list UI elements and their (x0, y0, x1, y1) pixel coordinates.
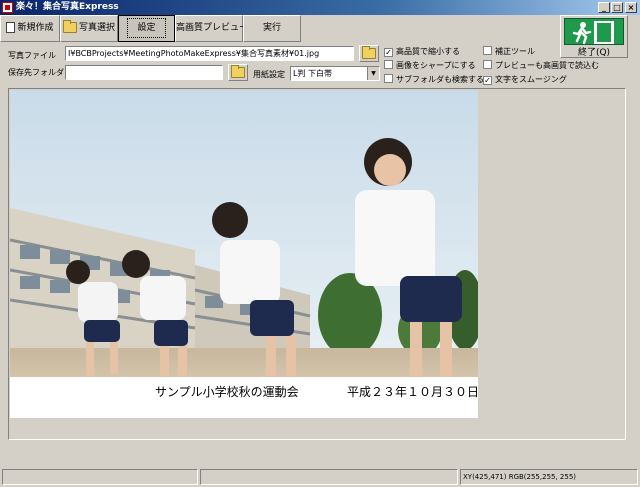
option-smooth-text[interactable]: ✓ 文字をスムージング (483, 74, 567, 85)
window-title: 楽々！集合写真Express (16, 2, 119, 12)
toolbar: 新規作成 写真選択 設定 高画質プレビュー 実行 (0, 15, 640, 43)
option-search-subfolders[interactable]: サブフォルダも検索する (384, 74, 484, 85)
paper-setting-label: 用紙設定 (253, 70, 285, 79)
preview-photo (10, 90, 478, 417)
option-high-quality-shrink[interactable]: ✓ 高品質で縮小する (384, 46, 460, 57)
title-bar: 楽々！集合写真Express _ □ × (0, 0, 640, 15)
folder-icon (231, 65, 245, 78)
status-cell-2 (200, 469, 458, 485)
paper-setting-select[interactable]: L判 下白帯 ▼ (290, 66, 380, 81)
option-correction-tool[interactable]: 補正ツール (483, 46, 535, 57)
folder-icon (62, 20, 77, 33)
photo-file-browse-button[interactable] (359, 45, 379, 62)
status-bar: XY(425,471) RGB(255,255, 255) (0, 467, 640, 487)
save-folder-browse-button[interactable] (228, 64, 248, 81)
option-label: 文字をスムージング (495, 75, 567, 84)
new-button[interactable]: 新規作成 (0, 15, 60, 42)
status-cell-1 (2, 469, 198, 485)
caption-date-text: 平成２３年１０月３０日 (347, 385, 480, 399)
new-document-icon (6, 22, 16, 33)
preview-panel: サンプル小学校秋の運動会 平成２３年１０月３０日 (8, 88, 626, 440)
option-label: 高品質で縮小する (396, 47, 460, 56)
run-label: 実行 (262, 23, 281, 33)
option-preview-high-quality[interactable]: プレビューも高画質で読込む (483, 60, 599, 71)
checkbox-empty-icon (483, 60, 492, 69)
exit-label: 終了(Q) (577, 48, 611, 58)
preview-label: 高画質プレビュー (176, 23, 249, 33)
select-photo-button[interactable]: 写真選択 (60, 15, 118, 42)
settings-button[interactable]: 設定 (118, 15, 175, 42)
checkbox-empty-icon (384, 74, 393, 83)
option-label: サブフォルダも検索する (396, 75, 484, 84)
checkmark-icon: ✓ (384, 48, 393, 57)
option-label: プレビューも高画質で読込む (495, 61, 599, 70)
chevron-down-icon: ▼ (367, 67, 379, 80)
status-readout: XY(425,471) RGB(255,255, 255) (460, 469, 638, 485)
settings-label: 設定 (127, 18, 166, 38)
exit-button[interactable]: 終了(Q) (560, 15, 628, 58)
minimize-button[interactable]: _ (598, 2, 610, 13)
save-folder-input[interactable] (65, 65, 223, 80)
option-label: 補正ツール (495, 47, 535, 56)
checkmark-icon: ✓ (483, 76, 492, 85)
option-label: 画像をシャープにする (396, 61, 476, 70)
close-button[interactable]: × (625, 2, 637, 13)
photo-file-label: 写真ファイル (8, 51, 56, 60)
run-button[interactable]: 実行 (243, 15, 301, 42)
maximize-button[interactable]: □ (611, 2, 623, 13)
save-folder-label: 保存先フォルダ (8, 68, 64, 77)
folder-icon (362, 46, 376, 59)
option-sharpen[interactable]: 画像をシャープにする (384, 60, 476, 71)
checkbox-empty-icon (384, 60, 393, 69)
select-photo-label: 写真選択 (78, 23, 115, 33)
exit-sign-icon (564, 18, 624, 45)
photo-caption-band: サンプル小学校秋の運動会 平成２３年１０月３０日 (10, 377, 480, 418)
checkbox-empty-icon (483, 46, 492, 55)
app-icon (2, 2, 13, 13)
photo-file-input[interactable]: I¥BCBProjects¥MeetingPhotoMakeExpress¥集合… (65, 46, 354, 61)
preview-button[interactable]: 高画質プレビュー (175, 15, 248, 42)
caption-event-text: サンプル小学校秋の運動会 (155, 385, 299, 399)
new-button-label: 新規作成 (17, 23, 54, 33)
paper-setting-value: L判 下白帯 (293, 69, 332, 78)
